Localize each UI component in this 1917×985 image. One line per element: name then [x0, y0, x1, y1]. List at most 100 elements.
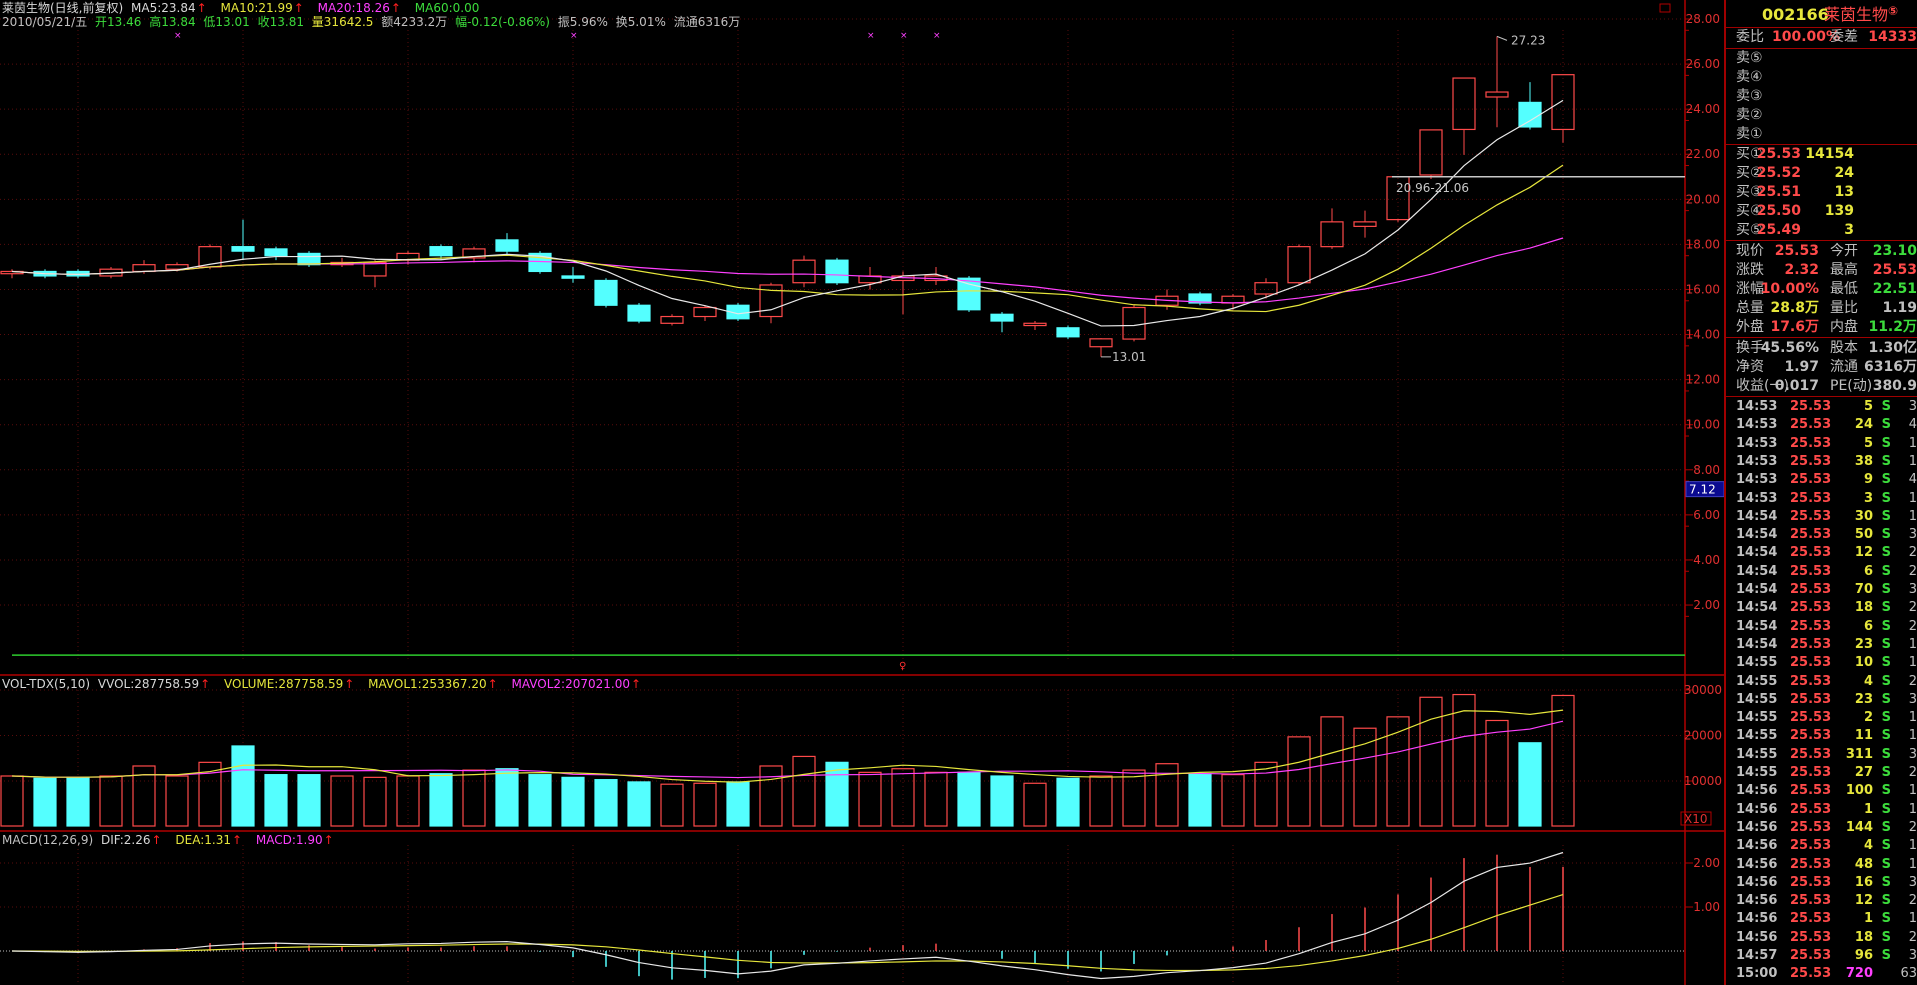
- tick-price: 25.53: [1790, 728, 1832, 744]
- ask-label: 卖③: [1736, 88, 1763, 104]
- tick-count: 2: [1908, 545, 1917, 561]
- stat-value: 22.51: [1872, 281, 1917, 297]
- stat-value: 23.10: [1872, 243, 1917, 259]
- tick-row: 14:56 25.53 1 S 1: [1726, 910, 1917, 928]
- tick-time: 14:55: [1736, 728, 1778, 744]
- tick-price: 25.53: [1790, 527, 1832, 543]
- tick-side: S: [1881, 856, 1891, 872]
- order-ratio-row: 委比 100.00% 委差 14333: [1726, 28, 1917, 47]
- stat-value: 11.2万: [1868, 319, 1917, 335]
- event-marker-icon: ×: [570, 31, 578, 41]
- volume-bar: [1353, 727, 1377, 827]
- event-marker-icon: ×: [933, 31, 941, 41]
- fundamental-row: 收益(一) 0.017 PE(动) 380.9: [1726, 377, 1917, 396]
- candle-body: [561, 275, 585, 279]
- tick-side: S: [1881, 893, 1891, 909]
- price-tick-label: 28.00: [1686, 12, 1720, 26]
- tick-volume: 27: [1854, 765, 1873, 780]
- macd-tick-label: 2.00: [1693, 856, 1720, 870]
- tick-time: 14:55: [1736, 691, 1778, 707]
- stat-value: 25.53: [1872, 262, 1917, 278]
- cursor-date: 2010/05/21/五: [2, 15, 88, 29]
- candle-body: [1254, 282, 1278, 295]
- tick-volume: 18: [1854, 600, 1873, 616]
- cursor-low: 低13.01: [203, 15, 250, 29]
- tick-time: 14:54: [1736, 545, 1778, 561]
- tick-time: 14:53: [1736, 399, 1778, 414]
- tick-row: 14:55 25.53 23 S 3: [1726, 691, 1917, 709]
- tick-volume: 1: [1863, 911, 1873, 927]
- volume-bar: [891, 768, 915, 827]
- wei-bi-label: 委比: [1736, 29, 1764, 45]
- ma20-value: MA20:18.26: [317, 1, 390, 15]
- tick-row: 14:55 25.53 27 S 2: [1726, 764, 1917, 782]
- tick-row: 14:55 25.53 2 S 1: [1726, 709, 1917, 727]
- tick-row: 14:54 25.53 12 S 2: [1726, 544, 1917, 562]
- tick-side: S: [1881, 582, 1891, 597]
- up-arrow-icon: ↑: [323, 833, 334, 847]
- tick-side: S: [1881, 746, 1891, 762]
- tick-time: 14:54: [1736, 563, 1778, 579]
- bid-row: 买③ 25.51 13: [1726, 183, 1917, 202]
- tick-time: 14:56: [1736, 838, 1778, 854]
- tick-time: 14:56: [1736, 911, 1778, 927]
- high-marker-icon: [1496, 35, 1508, 41]
- candle-body: [825, 259, 849, 284]
- tick-price: 25.53: [1790, 783, 1832, 799]
- bid-volume: 3: [1844, 222, 1854, 238]
- volume-bar: [957, 771, 981, 827]
- ask-row: 卖①: [1726, 125, 1917, 144]
- price-tick-label: 16.00: [1686, 282, 1720, 296]
- stat-label: 最高: [1830, 262, 1858, 278]
- fundamental-row: 净资 1.97 流通 6316万: [1726, 358, 1917, 377]
- tick-volume: 12: [1854, 893, 1873, 909]
- macd-indicator-name: MACD(12,26,9): [2, 833, 94, 847]
- fundamental-value: 0.017: [1774, 378, 1819, 394]
- tick-time: 14:56: [1736, 929, 1778, 945]
- wei-cha-label: 委差: [1830, 29, 1858, 45]
- tick-count: 1: [1908, 911, 1917, 927]
- window-restore-icon[interactable]: [1659, 3, 1671, 13]
- stat-value: 10.00%: [1760, 281, 1819, 297]
- tick-row: 14:56 25.53 18 S 2: [1726, 929, 1917, 947]
- tick-side: S: [1881, 417, 1891, 433]
- tick-time: 14:56: [1736, 874, 1778, 890]
- candle-body: [429, 246, 453, 257]
- volume-bar: [1287, 736, 1311, 827]
- tick-side: S: [1881, 636, 1891, 652]
- price-tick-label: 10.00: [1686, 418, 1720, 432]
- volume-bar: [825, 761, 849, 827]
- volume-bar: [1122, 769, 1146, 827]
- price-tick-label: 4.00: [1693, 553, 1720, 567]
- ask-row: 卖③: [1726, 87, 1917, 106]
- tick-count: 1: [1908, 838, 1917, 854]
- tick-side: S: [1881, 508, 1891, 524]
- volume-bar: [561, 776, 585, 827]
- tick-row: 14:53 25.53 3 S 1: [1726, 490, 1917, 508]
- candle-body: [1320, 221, 1344, 248]
- bid-volume: 14154: [1805, 146, 1854, 162]
- volume-bar: [792, 755, 816, 827]
- tick-side: S: [1881, 453, 1891, 469]
- tick-row: 14:54 25.53 30 S 1: [1726, 508, 1917, 526]
- up-arrow-icon: ↑: [151, 833, 162, 847]
- tick-price: 25.53: [1790, 435, 1832, 451]
- volume-bar: [924, 771, 948, 827]
- tick-side: S: [1881, 801, 1891, 817]
- tick-volume: 11: [1854, 728, 1873, 744]
- tick-time: 14:53: [1736, 435, 1778, 451]
- tick-time: 14:56: [1736, 783, 1778, 799]
- tick-row: 15:00 25.53 720 63: [1726, 965, 1917, 983]
- tick-side: S: [1881, 435, 1891, 451]
- volume-bar: [1518, 742, 1542, 827]
- tick-count: 2: [1908, 618, 1917, 634]
- stat-label: 涨跌: [1736, 262, 1764, 278]
- tick-count: 1: [1908, 453, 1917, 469]
- cursor-price-label: 7.12: [1689, 483, 1716, 497]
- tick-volume: 24: [1854, 417, 1873, 433]
- tick-price: 25.53: [1790, 874, 1832, 890]
- candle-body: [495, 239, 519, 252]
- tick-time: 14:54: [1736, 636, 1778, 652]
- stat-label: 今开: [1830, 243, 1858, 259]
- stock-name: 莱茵生物: [1824, 5, 1889, 24]
